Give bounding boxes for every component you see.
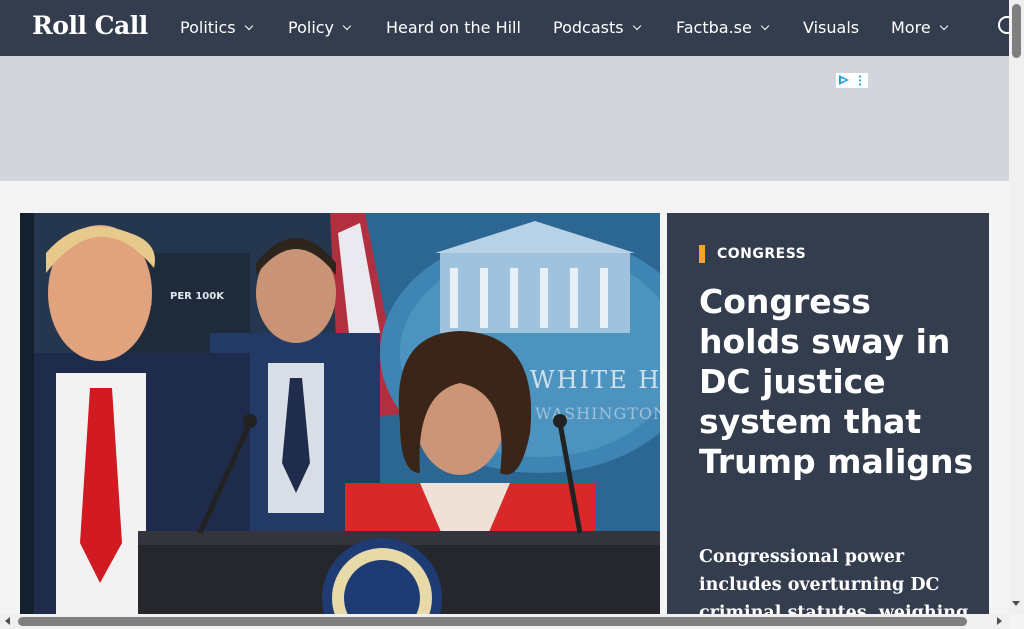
scroll-left-icon[interactable] — [5, 617, 10, 625]
nav-item-podcasts[interactable]: Podcasts — [553, 18, 641, 38]
chevron-down-icon — [342, 21, 352, 31]
chevron-down-icon — [244, 21, 253, 31]
hero-photo[interactable]: PER 100K E WHITE H WASHINGTON — [20, 213, 663, 614]
top-navigation: Roll Call Politics Policy Heard on the H… — [0, 0, 1016, 56]
chevron-down-icon — [760, 21, 770, 31]
scroll-right-icon[interactable] — [997, 617, 1002, 625]
vertical-scrollbar-thumb[interactable] — [1012, 4, 1021, 58]
nav-item-policy[interactable]: Policy — [288, 18, 352, 38]
lead-story-panel[interactable]: CONGRESS Congress holds sway in DC justi… — [667, 213, 989, 623]
svg-text:PER 100K: PER 100K — [170, 291, 225, 302]
svg-text:WHITE H: WHITE H — [530, 366, 661, 394]
horizontal-scrollbar-thumb[interactable] — [18, 617, 967, 626]
chevron-down-icon — [632, 21, 641, 31]
nav-item-more[interactable]: More — [891, 18, 948, 38]
category-accent-bar — [699, 245, 705, 263]
category-label[interactable]: CONGRESS — [717, 245, 806, 263]
vertical-scrollbar[interactable] — [1009, 0, 1024, 614]
press-briefing-photo: PER 100K E WHITE H WASHINGTON — [20, 213, 663, 614]
adchoices-icon[interactable]: · · · — [836, 70, 868, 91]
nav-item-factbase[interactable]: Factba.se — [676, 18, 770, 38]
story-headline[interactable]: Congress holds sway in DC justice system… — [699, 282, 979, 482]
advertisement-banner[interactable]: · · · — [0, 56, 1009, 181]
ad-play-icon — [839, 75, 849, 85]
nav-item-heard-on-the-hill[interactable]: Heard on the Hill — [386, 18, 521, 38]
scroll-down-icon[interactable] — [1012, 601, 1020, 606]
chevron-down-icon — [939, 21, 948, 31]
ad-options-icon: · · · — [858, 70, 863, 91]
nav-item-visuals[interactable]: Visuals — [803, 18, 859, 38]
nav-item-politics[interactable]: Politics — [180, 18, 253, 38]
site-logo[interactable]: Roll Call — [32, 11, 148, 40]
